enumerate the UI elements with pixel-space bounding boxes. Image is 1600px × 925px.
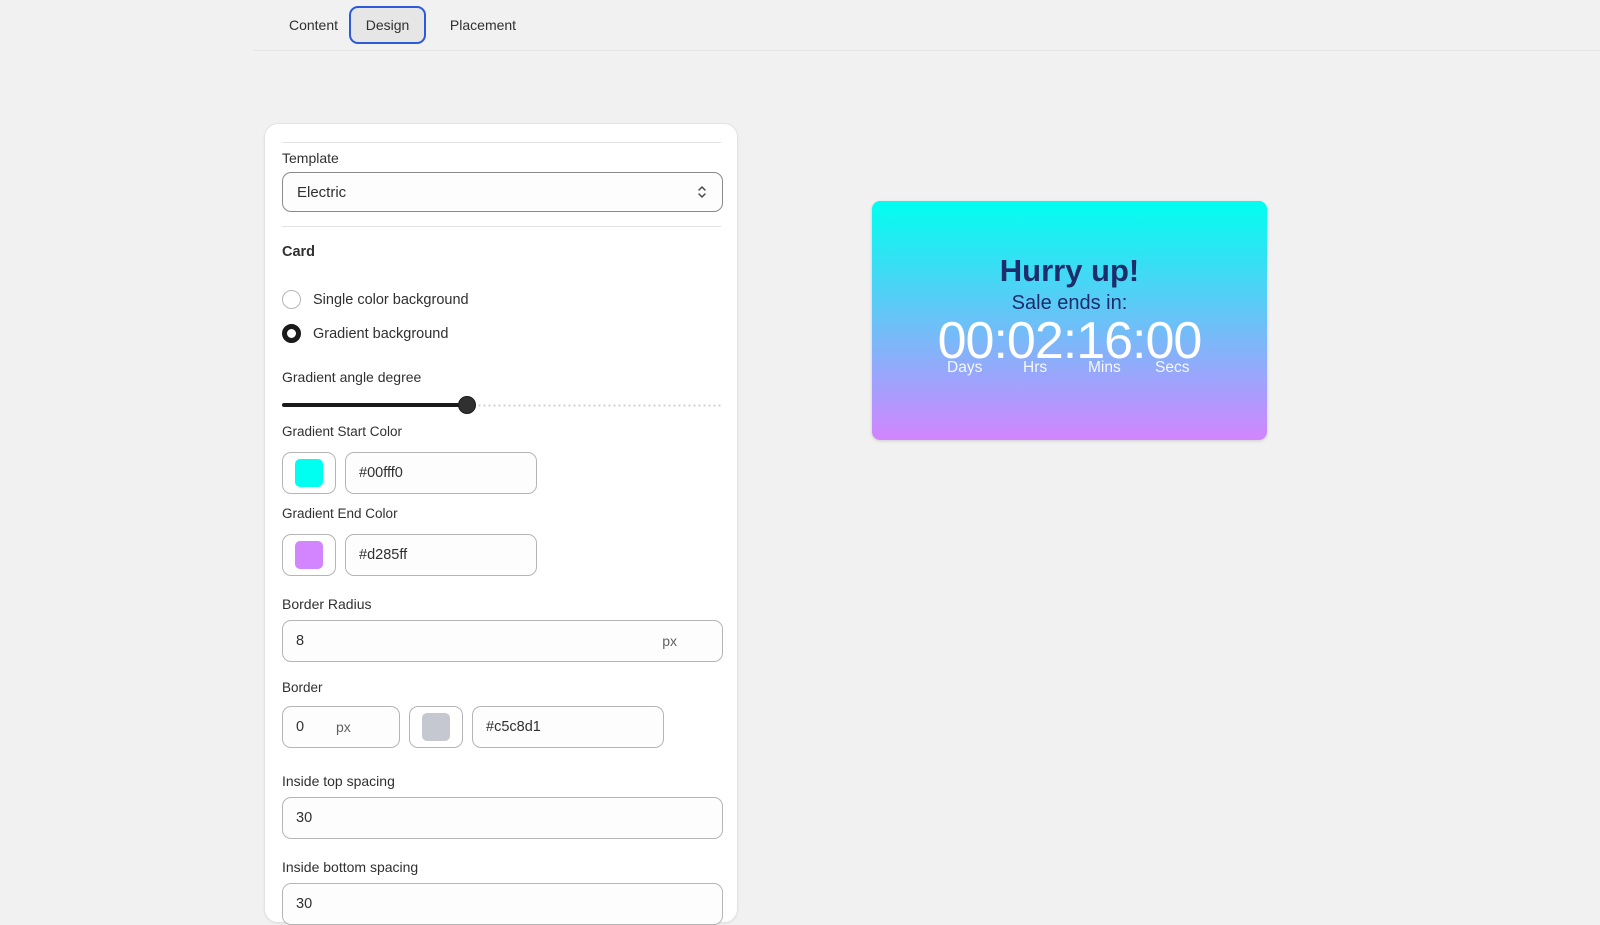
divider (282, 226, 721, 227)
unit-mins: Mins (1088, 359, 1121, 376)
select-chevron-icon (698, 186, 706, 198)
radio-label: Single color background (313, 291, 469, 308)
tab-design[interactable]: Design (349, 6, 426, 44)
border-label: Border (282, 680, 323, 695)
gradient-start-input[interactable]: #00fff0 (345, 452, 537, 494)
color-swatch (422, 713, 450, 741)
border-radius-input[interactable]: 8 px (282, 620, 723, 662)
tab-placement[interactable]: Placement (430, 6, 536, 44)
border-width-input[interactable]: 0 px (282, 706, 400, 748)
color-swatch (295, 459, 323, 487)
unit-hrs: Hrs (1023, 359, 1048, 376)
color-swatch (295, 541, 323, 569)
gradient-angle-label: Gradient angle degree (282, 369, 422, 385)
radio-circle-selected[interactable] (282, 324, 301, 343)
gradient-start-label: Gradient Start Color (282, 424, 403, 439)
radio-circle[interactable] (282, 290, 301, 309)
border-radius-label: Border Radius (282, 596, 372, 612)
inside-top-spacing-input[interactable]: 30 (282, 797, 723, 839)
gradient-start-value: #00fff0 (359, 465, 403, 481)
gradient-end-value: #d285ff (359, 547, 408, 563)
inside-bottom-spacing-input[interactable]: 30 (282, 883, 723, 925)
border-width-value: 0 (296, 719, 305, 735)
border-color-swatch-button[interactable] (409, 706, 463, 748)
slider-fill (282, 403, 468, 407)
gradient-end-swatch-button[interactable] (282, 534, 336, 576)
border-color-input[interactable]: #c5c8d1 (472, 706, 664, 748)
card-heading: Card (282, 244, 316, 260)
design-settings-panel: Template Electric Card Single color back… (264, 123, 738, 925)
inside-top-spacing-label: Inside top spacing (282, 773, 395, 789)
radio-single-color[interactable]: Single color background (282, 290, 469, 309)
template-label: Template (282, 150, 339, 166)
px-suffix: px (336, 719, 351, 735)
preview-countdown: 00:02:16:00 (937, 312, 1203, 370)
radio-label: Gradient background (313, 325, 449, 342)
gradient-angle-slider[interactable] (282, 394, 723, 416)
template-select[interactable]: Electric (282, 172, 723, 212)
divider (282, 142, 721, 143)
inside-bottom-spacing-value: 30 (296, 896, 313, 912)
countdown-timer-preview: Hurry up! Sale ends in: 00:02:16:00 Days… (872, 201, 1267, 440)
radio-gradient[interactable]: Gradient background (282, 324, 448, 343)
border-color-value: #c5c8d1 (486, 719, 541, 735)
preview-title: Hurry up! (999, 253, 1140, 288)
inside-bottom-spacing-label: Inside bottom spacing (282, 859, 419, 875)
slider-thumb[interactable] (458, 396, 477, 414)
template-select-value: Electric (297, 183, 347, 201)
border-radius-value: 8 (296, 633, 305, 649)
unit-days: Days (947, 359, 983, 376)
gradient-end-label: Gradient End Color (282, 506, 398, 521)
inside-top-spacing-value: 30 (296, 810, 313, 826)
tab-bar: Content Design Placement (253, 0, 1600, 51)
px-suffix: px (662, 633, 677, 649)
unit-secs: Secs (1155, 359, 1190, 376)
tab-content[interactable]: Content (267, 6, 360, 44)
gradient-start-swatch-button[interactable] (282, 452, 336, 494)
gradient-end-input[interactable]: #d285ff (345, 534, 537, 576)
